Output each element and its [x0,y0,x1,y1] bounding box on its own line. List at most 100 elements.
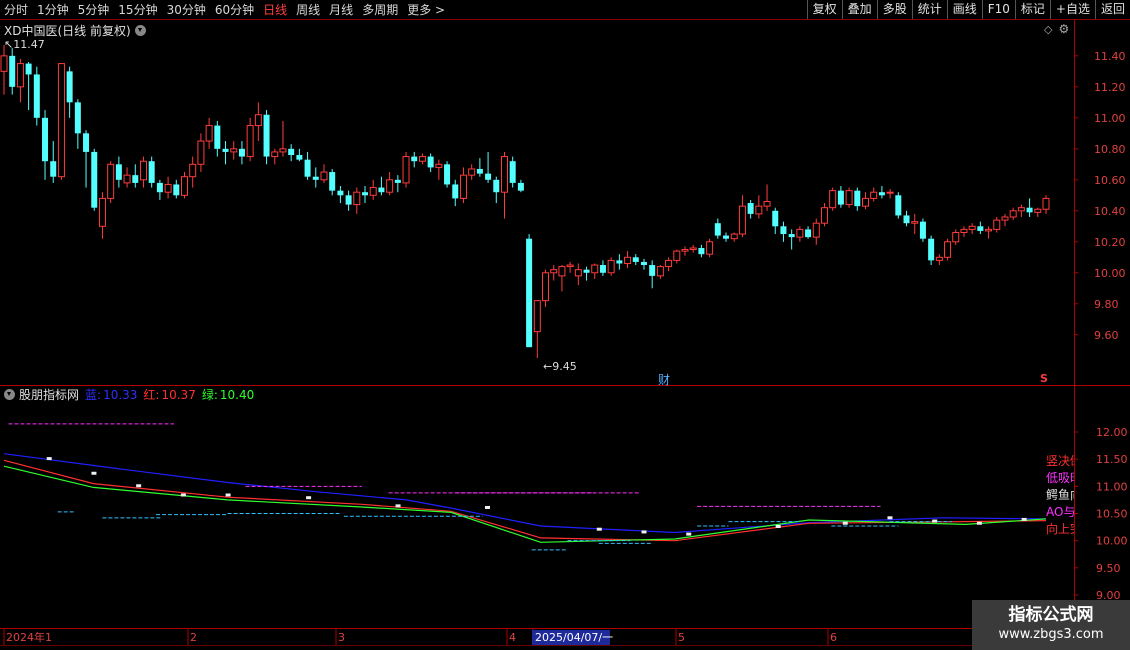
candle-body [205,125,213,142]
main-chart-header: XD中国医(日线 前复权) [4,22,146,39]
candle-body [870,191,878,199]
blue-label: 蓝: [85,388,102,402]
red-line [3,459,1047,542]
candle-body [911,221,919,224]
candle-body [805,229,812,238]
candle-body [681,249,689,252]
candle-body [378,187,385,193]
candle-body [624,256,632,264]
candle [427,153,434,173]
candle [459,167,467,204]
candle-body [952,231,960,243]
candle [935,254,943,266]
chart-canvas[interactable]: 11.40 11.20 11.00 10.80 10.60 10.40 10.20 10.00… [0,0,1130,650]
price-tick-label: 11.40 [1094,50,1126,63]
candle [57,63,65,180]
candle-body [107,163,115,199]
candle-body [435,163,443,168]
candle-body [837,190,844,205]
signal-marker [484,505,490,509]
candle-body [574,269,582,277]
candle-body [960,228,968,233]
candle [362,186,369,204]
candle [903,210,910,227]
diamond-icon[interactable]: ◇ [1044,23,1052,36]
price-tick-label: 9.80 [1094,298,1119,311]
signal-marker [91,471,97,475]
signal-marker [1021,517,1027,521]
candle-body [977,226,984,231]
candle [599,260,606,276]
price-tick-label: 10.40 [1094,205,1126,218]
chevron-down-icon[interactable] [134,25,146,36]
price-tick-label: 11.00 [1094,112,1126,125]
candle-body [500,156,508,193]
candle [42,110,49,180]
candle-body [468,168,476,176]
candle [616,254,623,270]
candle [476,158,483,177]
financial-report-label[interactable]: 财 [658,371,670,388]
candle-body [935,256,943,261]
chevron-down-icon[interactable] [4,389,15,400]
candle [418,153,426,165]
indicator-name[interactable]: 股朋指标网 [19,386,79,403]
candle [607,257,615,276]
candle [312,167,319,188]
candle-body [772,210,779,227]
candle-body [854,190,861,207]
candle-body [747,203,754,214]
candle [279,120,287,157]
candle-body [533,300,541,333]
candle [0,45,8,95]
candle [66,66,73,118]
candle [25,62,32,111]
candle-body [845,190,853,206]
candle [673,249,681,264]
signal-label-4: 向上突 [1046,522,1074,536]
candle [452,179,459,207]
time-label: 2 [190,631,197,644]
candle-body [903,215,910,224]
candle-body [861,197,869,207]
candle-body [66,71,73,103]
candle [386,172,394,196]
candle-body [493,179,500,193]
candle [566,261,574,273]
candle [854,187,861,211]
candle-body [115,164,122,180]
low-marker: ← 9.45 [543,360,577,373]
red-value: 10.37 [161,387,196,402]
candle-body [993,219,1001,230]
candle-body [320,171,328,181]
candle-body [337,190,344,196]
candle [1009,207,1017,221]
candle [911,213,919,235]
candle [509,156,516,188]
candle-body [1009,210,1017,218]
candle [411,151,418,168]
time-label: 4 [509,631,516,644]
candle-body [427,156,434,168]
candle [796,226,804,242]
candle [993,216,1001,233]
candle-body [509,161,516,183]
main-chart-title: XD中国医(日线 前复权) [4,24,131,38]
candle-body [83,133,90,152]
gear-icon[interactable]: ⚙ [1058,22,1069,36]
price-tick-label: 10.00 [1094,267,1126,280]
candle [222,141,229,165]
candle [583,266,590,281]
financial-report-marker[interactable]: 财 [658,371,670,388]
candle-body [91,151,98,208]
candle [353,187,361,214]
signal-marker [686,532,692,536]
axes: 11.40 11.20 11.00 10.80 10.60 10.40 10.20 10.00… [3,50,1128,645]
price-tick-label: 9.60 [1094,329,1119,342]
candle-body [944,241,952,258]
candle-body [607,259,615,274]
candle-body [452,184,459,199]
candle-body [763,201,771,207]
candlestick-series [0,45,1050,358]
price-tick-label: 10.80 [1094,143,1126,156]
